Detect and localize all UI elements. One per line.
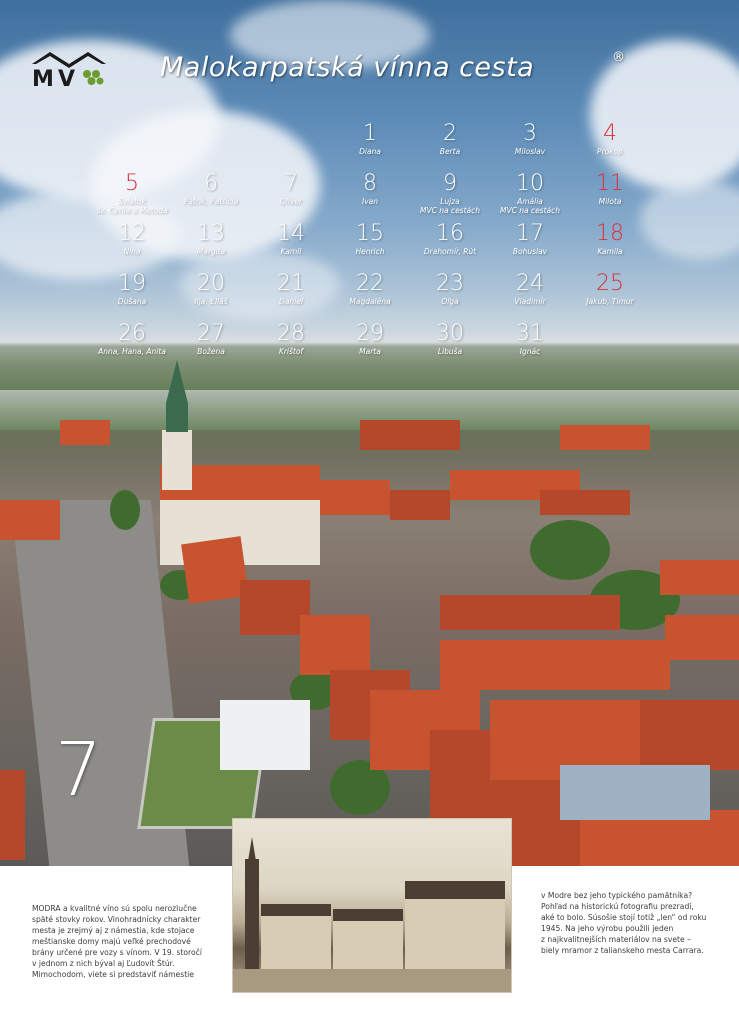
roof	[181, 536, 249, 604]
tree	[530, 520, 610, 580]
title-row: Malokarpatská vínna cesta ®	[160, 50, 630, 92]
roof	[300, 615, 370, 675]
historic-spire	[248, 837, 256, 861]
page-title: Malokarpatská vínna cesta	[160, 52, 535, 83]
roof	[440, 640, 670, 690]
roof	[320, 480, 390, 515]
historic-roof	[405, 881, 505, 899]
calendar-day-31: 31 Ignác	[480, 321, 580, 357]
nameday-label-secondary: MVC na cestách	[499, 206, 560, 215]
text-column-left: MODRA a kvalitné víno sú spolu nerozlučn…	[32, 903, 207, 980]
calendar-day-4: 4 Prokop	[560, 121, 660, 157]
roof	[660, 560, 739, 595]
nameday-label: Jakub, Timur	[586, 297, 634, 306]
day-number: 25	[596, 271, 624, 296]
text-line: biely mramor z talianskeho mesta Carrara…	[541, 946, 704, 955]
text-column-right: v Modre bez jeho typického pamätníka? Po…	[541, 890, 716, 956]
day-number: 11	[596, 171, 624, 196]
day-number: 18	[596, 221, 624, 246]
roof	[665, 615, 739, 660]
calendar-day-11: 11 Milota	[560, 171, 660, 207]
tower-spire	[166, 360, 188, 432]
text-line: späté stovky rokov. Vinohradnícky charak…	[32, 915, 201, 924]
historic-street	[233, 969, 511, 992]
nameday-label: Kamila	[597, 247, 623, 256]
text-line: meštianske domy majú veľké prechodové	[32, 937, 191, 946]
text-line: Pohľad na historickú fotografiu prezradí…	[541, 902, 694, 911]
roof	[540, 490, 630, 515]
nameday-label: Milota	[598, 197, 622, 206]
roof	[560, 425, 650, 450]
roof	[390, 490, 450, 520]
roof	[0, 500, 60, 540]
registered-mark: ®	[612, 50, 625, 65]
mvc-logo-graphic: M V	[32, 52, 106, 92]
text-line: Mimochodom, viete si predstaviť námestie	[32, 970, 194, 979]
day-number: 4	[603, 121, 617, 146]
nameday-label-secondary: sv. Cyrila a Metoda	[96, 206, 168, 215]
roof	[440, 595, 620, 630]
roof	[640, 700, 739, 770]
month-number: 7	[55, 727, 103, 813]
historic-house	[405, 897, 505, 969]
text-line: v Modre bez jeho typického pamätníka?	[541, 891, 693, 900]
glass-roof	[560, 765, 710, 820]
svg-text:V: V	[58, 67, 75, 92]
text-line: brány určené pre vozy s vínom. V 19. sto…	[32, 948, 202, 957]
text-line: 1945. Na jeho výrobu použili jeden	[541, 924, 674, 933]
historic-roof	[333, 909, 403, 921]
text-line: aké to bolo. Súsošie stojí totiž „len“ o…	[541, 913, 707, 922]
historic-roof	[261, 904, 331, 916]
church-tower	[162, 430, 192, 490]
market-tents	[220, 700, 310, 770]
roof	[0, 770, 25, 860]
historic-house	[333, 919, 403, 969]
nameday-label: Prokop	[597, 147, 623, 156]
day-number: 31	[516, 321, 544, 346]
calendar-day-25: 25 Jakub, Timur	[560, 271, 660, 307]
svg-text:M: M	[32, 67, 54, 92]
text-line: MODRA a kvalitné víno sú spolu nerozlučn…	[32, 904, 197, 913]
mvc-logo: M V	[30, 50, 108, 92]
historic-house	[261, 914, 331, 969]
historic-tower	[245, 859, 259, 969]
calendar-day-18: 18 Kamila	[560, 221, 660, 257]
historic-photo	[232, 818, 512, 993]
tree	[110, 490, 140, 530]
roof	[60, 420, 110, 445]
text-line: mesta je zrejmý aj z námestia, kde stoja…	[32, 926, 195, 935]
text-line: v jednom z nich býval aj Ľudovít Štúr.	[32, 959, 175, 968]
nameday-label: Ignác	[519, 347, 541, 356]
roof	[360, 420, 460, 450]
text-line: z najkvalitnejších materiálov na svete –	[541, 935, 691, 944]
